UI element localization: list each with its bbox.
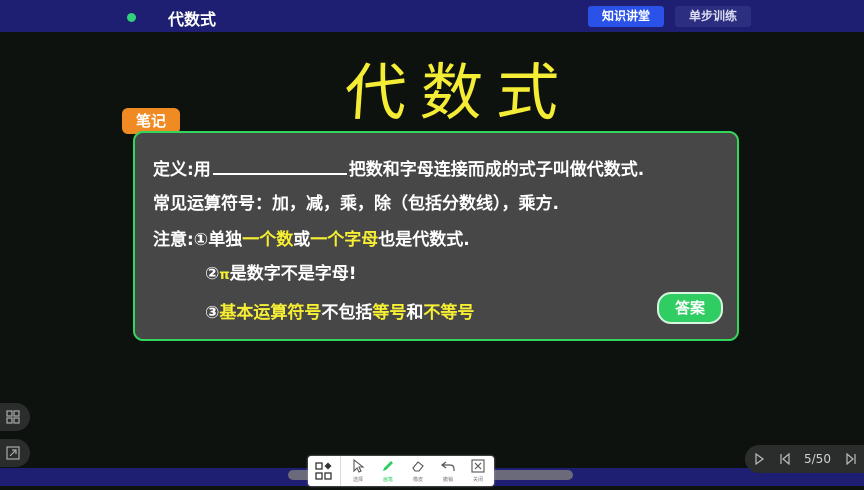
note2-c: 是数字不是字母! <box>229 264 357 284</box>
pen-icon <box>383 461 393 471</box>
note3-a: ③ <box>205 303 220 323</box>
note2-a: ② <box>205 264 220 284</box>
note3-highlight-inequal: 不等号 <box>423 303 475 323</box>
note1-highlight-number: 一个数 <box>242 230 294 250</box>
grid-icon <box>6 410 20 424</box>
undo-tool-label: 撤销 <box>442 477 453 483</box>
tab-step-training[interactable]: 单步训练 <box>675 6 751 27</box>
eraser-tool-label: 橡皮 <box>412 477 423 483</box>
note3-e: 和 <box>406 303 424 323</box>
close-tool[interactable]: 关闭 <box>464 456 492 486</box>
apps-icon <box>315 462 332 480</box>
grid-view-button[interactable] <box>0 403 30 431</box>
tab-knowledge-lecture[interactable]: 知识讲堂 <box>588 6 664 27</box>
operators-line: 常见运算符号：加，减，乘，除（包括分数线），乘方. <box>153 194 559 214</box>
note-card: 定义:用 把数和字母连接而成的式子叫做代数式. 常见运算符号：加，减，乘，除（包括… <box>133 131 739 341</box>
handwritten-title: 代数式 <box>342 56 576 129</box>
select-tool-label: 选择 <box>352 477 363 483</box>
status-dot <box>127 13 136 22</box>
definition-suffix: 把数和字母连接而成的式子叫做代数式. <box>348 160 645 180</box>
note1-a: 注意:①单独 <box>153 230 243 250</box>
note3-highlight-equal: 等号 <box>372 303 407 323</box>
answer-button[interactable]: 答案 <box>657 292 723 324</box>
expand-icon <box>6 446 20 460</box>
play-icon[interactable] <box>753 453 765 465</box>
eraser-tool[interactable]: 橡皮 <box>404 456 432 486</box>
header-bar: 代数式 知识讲堂 单步训练 <box>0 0 864 32</box>
eraser-icon <box>412 461 424 472</box>
definition-line: 定义:用 把数和字母连接而成的式子叫做代数式. <box>153 155 644 180</box>
fullscreen-button[interactable] <box>0 439 30 467</box>
drawing-toolbar: 选择 画笔 橡皮 撤销 关闭 <box>308 456 494 486</box>
note1-e: 也是代数式. <box>378 230 470 250</box>
note2-pi: π <box>219 268 230 283</box>
page-indicator: 5/50 <box>804 452 831 466</box>
previous-page-icon[interactable] <box>779 453 791 465</box>
note3-c: 不包括 <box>321 303 373 323</box>
note1-c: 或 <box>293 230 311 250</box>
note-line-1: 注意:①单独一个数或一个字母也是代数式. <box>153 225 470 250</box>
note-line-2: ②π是数字不是字母! <box>205 259 356 284</box>
pen-tool-label: 画笔 <box>382 477 393 483</box>
close-tool-label: 关闭 <box>472 477 483 483</box>
next-page-icon[interactable] <box>845 453 857 465</box>
note3-highlight-operators: 基本运算符号 <box>219 303 322 323</box>
lesson-title: 代数式 <box>168 10 217 29</box>
pen-tool[interactable]: 画笔 <box>374 456 402 486</box>
cursor-icon <box>353 458 365 473</box>
note1-highlight-letter: 一个字母 <box>310 230 379 250</box>
definition-prefix: 定义:用 <box>153 160 211 180</box>
close-icon <box>471 459 485 473</box>
fill-blank <box>212 159 347 175</box>
toolbar-menu-button[interactable] <box>308 456 341 486</box>
select-tool[interactable]: 选择 <box>344 456 372 486</box>
note-line-3: ③基本运算符号不包括等号和不等号 <box>205 298 474 323</box>
undo-tool[interactable]: 撤销 <box>434 456 462 486</box>
undo-icon <box>441 461 455 471</box>
